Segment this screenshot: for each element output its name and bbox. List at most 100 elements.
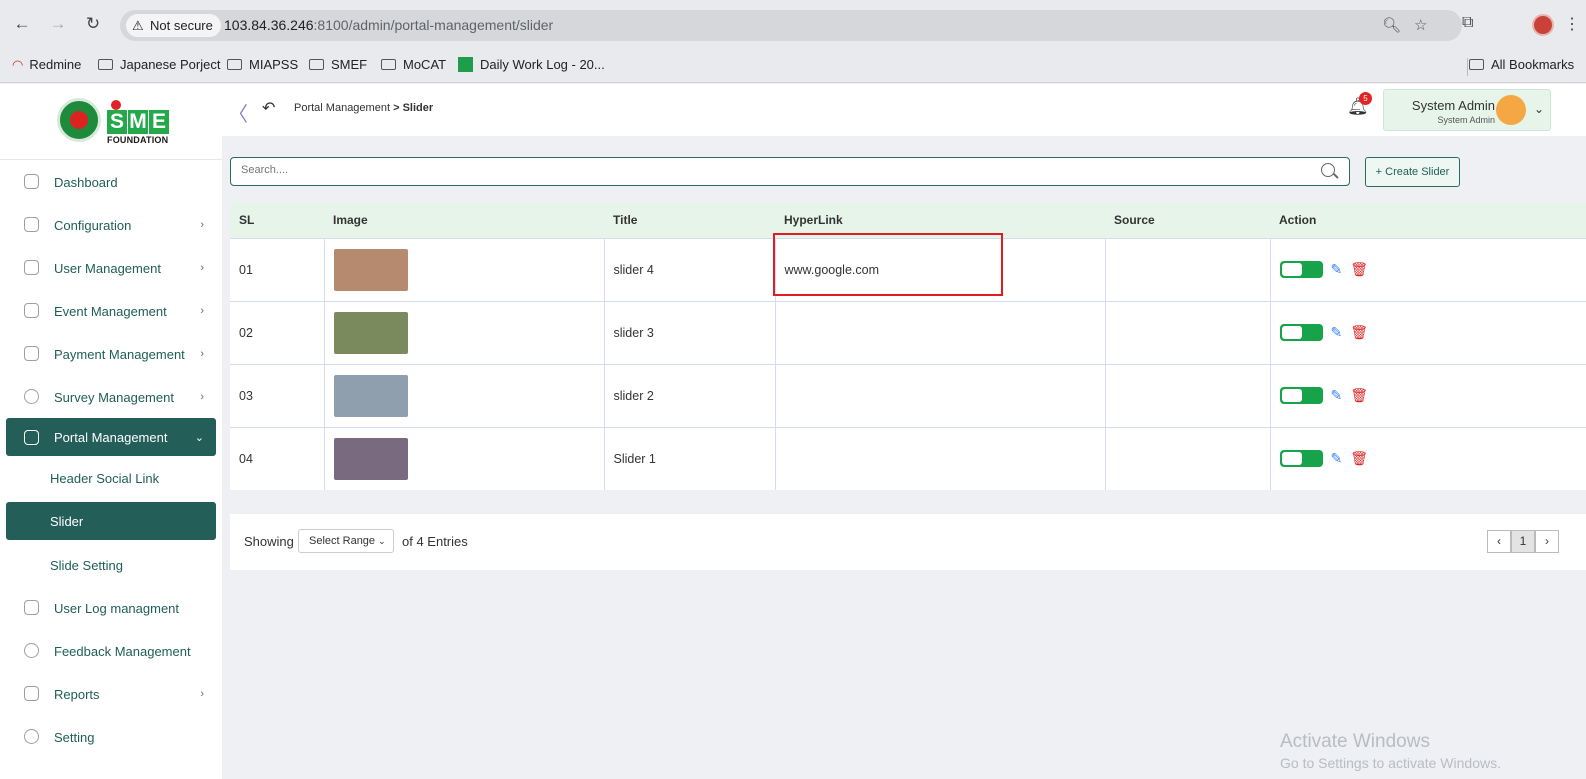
reload-icon[interactable]: ↻: [83, 14, 103, 34]
bookmark-smef[interactable]: SMEF: [309, 55, 367, 75]
trash-icon[interactable]: 🗑︎: [1350, 450, 1368, 467]
sidebar-item-survey-management[interactable]: Survey Management ›: [6, 375, 216, 418]
sidebar-item-user-log-managment[interactable]: User Log managment: [6, 586, 216, 629]
zoom-icon[interactable]: 🔍︎: [1382, 16, 1401, 34]
cell-source: [1105, 237, 1271, 301]
forward-arrow-icon[interactable]: →: [48, 14, 68, 34]
chevron-right-icon: ›: [200, 391, 204, 403]
security-indicator[interactable]: ⚠ Not secure: [126, 14, 221, 37]
create-slider-button[interactable]: + Create Slider: [1365, 157, 1460, 187]
chevron-down-icon: ⌄: [378, 536, 386, 546]
select-range-dropdown[interactable]: Select Range ⌄: [298, 529, 394, 553]
sidebar-subitem-header-social-link[interactable]: Header Social Link: [6, 456, 216, 499]
status-toggle[interactable]: [1279, 324, 1323, 341]
cell-source: [1105, 363, 1271, 427]
column-header-action: Action: [1270, 202, 1586, 238]
edit-icon[interactable]: ✎: [1331, 450, 1343, 467]
extensions-icon[interactable]: ⧉: [1462, 14, 1473, 32]
sidebar-item-reports[interactable]: Reports ›: [6, 672, 216, 715]
user-menu[interactable]: System Admin System Admin ⌄: [1383, 89, 1551, 131]
sidebar-item-configuration[interactable]: Configuration ›: [6, 203, 216, 246]
collapse-sidebar-icon[interactable]: 〈: [228, 98, 248, 127]
warning-icon: ⚠: [132, 18, 144, 33]
chevron-down-icon: ⌄: [194, 432, 204, 444]
cell-action: ✎ 🗑︎: [1270, 426, 1586, 490]
cell-sl: 03: [230, 363, 325, 427]
page-1-button[interactable]: 1: [1511, 530, 1535, 553]
search-icon[interactable]: [1321, 163, 1335, 177]
chevron-right-icon: ›: [200, 305, 204, 317]
star-icon[interactable]: ☆: [1414, 16, 1427, 34]
cell-image: [324, 426, 605, 490]
plus-icon: +: [1375, 166, 1383, 178]
sidebar: S M E FOUNDATION Dashboard Configuration…: [0, 84, 222, 779]
back-icon[interactable]: ↶: [262, 98, 275, 118]
next-page-button[interactable]: ›: [1535, 530, 1559, 553]
slider-thumbnail[interactable]: [333, 311, 408, 354]
cell-action: ✎ 🗑︎: [1270, 237, 1586, 301]
breadcrumb-current: Slider: [402, 102, 434, 114]
sidebar-item-user-management[interactable]: User Management ›: [6, 246, 216, 289]
sidebar-item-event-management[interactable]: Event Management ›: [6, 289, 216, 332]
gear-icon: [24, 729, 39, 744]
column-header-sl: SL: [230, 202, 324, 238]
logo-letter: E: [149, 110, 169, 134]
bookmark-daily-work-log[interactable]: Daily Work Log - 20...: [458, 55, 605, 75]
cell-sl: 01: [230, 237, 325, 301]
chevron-right-icon: ›: [200, 348, 204, 360]
cell-image: [324, 363, 605, 427]
sidebar-item-portal-management[interactable]: Portal Management ⌄: [6, 418, 216, 456]
trash-icon[interactable]: 🗑︎: [1350, 324, 1368, 341]
slider-thumbnail[interactable]: [333, 248, 408, 291]
edit-icon[interactable]: ✎: [1331, 324, 1343, 341]
sidebar-subitem-slider[interactable]: Slider: [6, 502, 216, 540]
sidebar-subitem-slide-setting[interactable]: Slide Setting: [6, 543, 216, 586]
status-toggle[interactable]: [1279, 450, 1323, 468]
back-arrow-icon[interactable]: ←: [12, 14, 32, 34]
chevron-down-icon: ⌄: [1534, 102, 1545, 116]
logo-area[interactable]: S M E FOUNDATION: [0, 84, 222, 160]
cell-title: slider 3: [604, 300, 776, 364]
address-bar[interactable]: ⚠ Not secure 103.84.36.246:8100/admin/po…: [120, 10, 1462, 41]
search-box[interactable]: [230, 157, 1350, 186]
slider-thumbnail[interactable]: [333, 374, 408, 417]
sidebar-item-setting[interactable]: Setting: [6, 715, 216, 758]
bookmark-miapss[interactable]: MIAPSS: [227, 55, 298, 75]
bookmark-all-bookmarks[interactable]: All Bookmarks: [1469, 55, 1574, 75]
chevron-right-icon: ›: [200, 219, 204, 231]
bookmark-mocat[interactable]: MoCAT: [381, 55, 446, 75]
bookmark-redmine[interactable]: ◠ Redmine: [12, 55, 81, 75]
status-toggle[interactable]: [1279, 261, 1323, 278]
logo-letter: M: [128, 110, 148, 134]
configuration-icon: [24, 217, 39, 232]
edit-icon[interactable]: ✎: [1331, 387, 1343, 404]
chevron-right-icon: ›: [200, 688, 204, 700]
cell-hyperlink: [775, 363, 1106, 427]
status-toggle[interactable]: [1279, 387, 1323, 404]
breadcrumb-parent[interactable]: Portal Management: [294, 102, 390, 114]
search-input[interactable]: [241, 164, 1291, 176]
sidebar-item-payment-management[interactable]: Payment Management ›: [6, 332, 216, 375]
user-name: System Admin: [1411, 98, 1495, 113]
prev-page-button[interactable]: ‹: [1487, 530, 1511, 553]
user-log-icon: [24, 600, 39, 615]
edit-icon[interactable]: ✎: [1331, 261, 1343, 278]
trash-icon[interactable]: 🗑︎: [1350, 387, 1368, 404]
cell-action: ✎ 🗑︎: [1270, 300, 1586, 364]
menu-dots-icon[interactable]: ⋮: [1564, 14, 1580, 34]
url-text: 103.84.36.246:8100/admin/portal-manageme…: [224, 17, 554, 33]
redmine-icon: ◠: [12, 57, 24, 72]
profile-avatar[interactable]: [1532, 14, 1554, 36]
sidebar-item-dashboard[interactable]: Dashboard: [6, 160, 216, 203]
sidebar-item-feedback-management[interactable]: Feedback Management: [6, 629, 216, 672]
bookmark-japanese-project[interactable]: Japanese Porject: [98, 55, 220, 75]
folder-icon: [98, 59, 113, 70]
showing-label: Showing: [244, 534, 294, 549]
cell-sl: 04: [230, 426, 325, 490]
trash-icon[interactable]: 🗑︎: [1350, 261, 1368, 278]
column-header-image: Image: [324, 202, 604, 238]
activate-windows-title: Activate Windows: [1280, 731, 1430, 752]
slider-thumbnail[interactable]: [333, 437, 408, 480]
cell-source: [1105, 300, 1271, 364]
avatar: [1496, 95, 1526, 125]
